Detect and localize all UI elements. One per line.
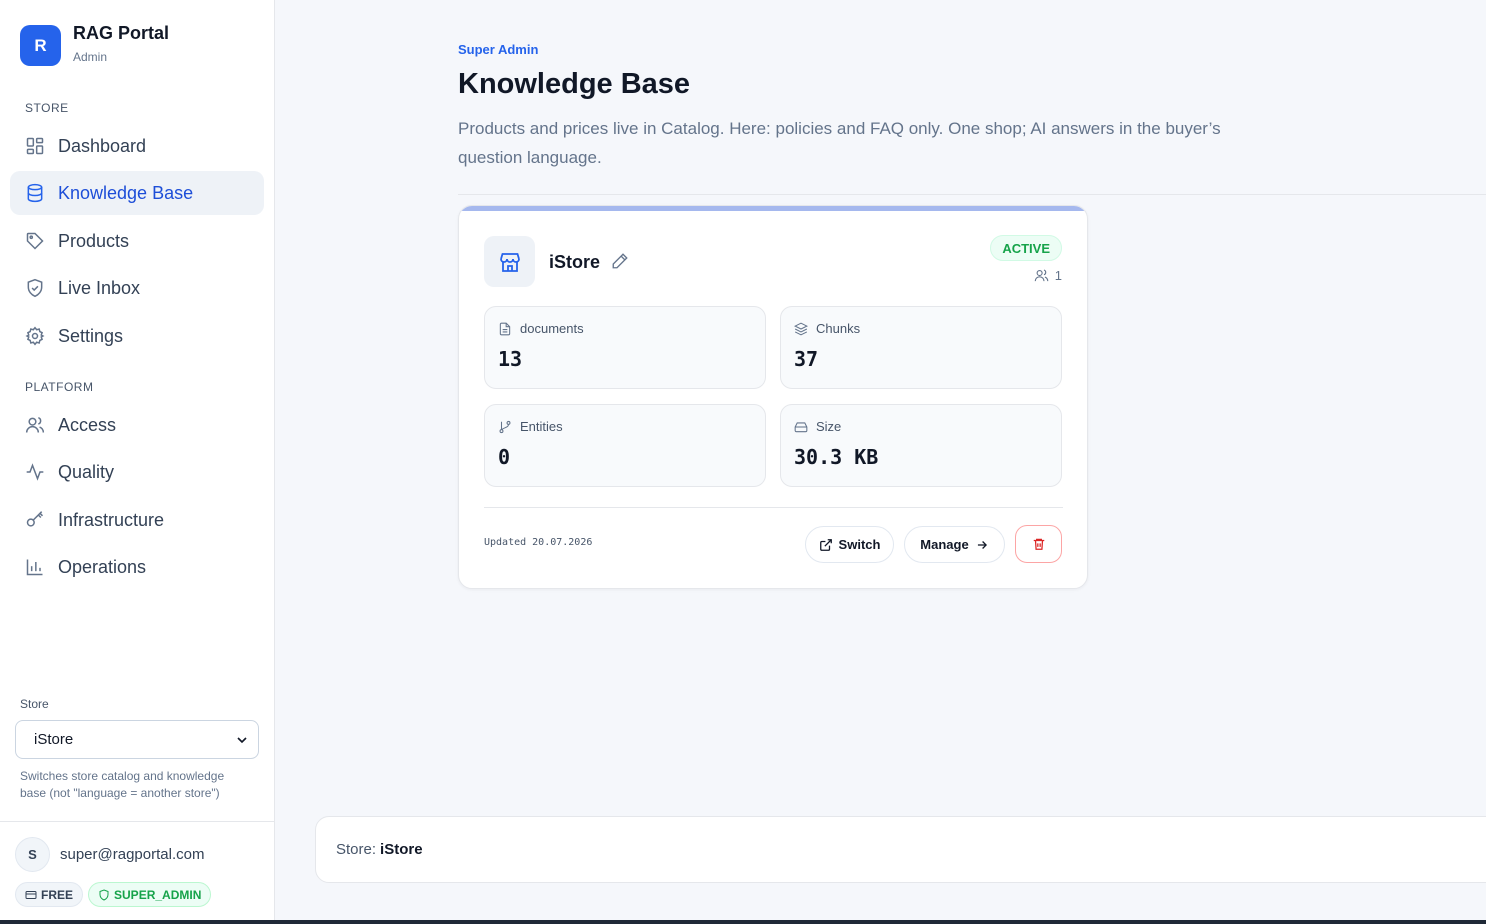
store-card: iStore ACTIVE 1 documents 13 Chunks 37 E… (458, 205, 1088, 589)
brand[interactable]: R RAG Portal Admin (20, 22, 169, 66)
avatar: S (15, 837, 50, 872)
sidebar-item-access[interactable]: Access (10, 403, 264, 447)
sidebar: R RAG Portal Admin STORE Dashboard Knowl… (0, 0, 275, 924)
window-bottom-edge (0, 920, 1486, 924)
card-accent-bar (459, 206, 1087, 211)
members-count: 1 (1034, 268, 1062, 283)
sidebar-item-label: Knowledge Base (58, 182, 194, 203)
store-select[interactable]: iStore (15, 720, 259, 759)
stat-value: 13 (498, 347, 523, 371)
brand-logo: R (20, 25, 61, 66)
switch-button-label: Switch (838, 537, 881, 552)
users-icon (1034, 269, 1049, 282)
stat-size: Size 30.3 KB (780, 404, 1062, 487)
stat-value: 37 (794, 347, 819, 371)
sidebar-item-infrastructure[interactable]: Infrastructure (10, 498, 264, 542)
credit-card-icon (25, 890, 37, 899)
sidebar-item-label: Live Inbox (58, 277, 141, 298)
store-icon-tile (484, 236, 535, 287)
members-count-value: 1 (1054, 268, 1062, 283)
delete-button[interactable] (1015, 525, 1062, 563)
brand-title: RAG Portal (73, 23, 170, 43)
page-description: Products and prices live in Catalog. Her… (458, 119, 1221, 167)
sidebar-item-settings[interactable]: Settings (10, 314, 264, 358)
users-icon (25, 416, 45, 433)
key-icon (26, 511, 44, 527)
layers-icon (794, 322, 808, 335)
store-selector-hint: Switches store catalog and knowledge bas… (20, 769, 225, 800)
git-branch-icon (499, 420, 511, 433)
sidebar-item-operations[interactable]: Operations (10, 545, 264, 589)
status-badge: ACTIVE (990, 235, 1062, 261)
card-divider (484, 507, 1063, 508)
edit-pencil-icon[interactable] (611, 252, 629, 270)
manage-button-label: Manage (920, 537, 969, 552)
arrow-right-icon (977, 540, 987, 549)
header-divider (458, 194, 1486, 195)
role-badge-label: SUPER_ADMIN (114, 887, 202, 902)
stat-documents: documents 13 (484, 306, 766, 389)
switch-button[interactable]: Switch (805, 526, 894, 563)
shield-icon (99, 888, 109, 901)
user-email: super@ragportal.com (60, 846, 205, 863)
nav-section-store: STORE (25, 101, 69, 115)
file-text-icon (499, 322, 511, 335)
plan-badge-label: FREE (41, 887, 74, 902)
sidebar-item-knowledge-base[interactable]: Knowledge Base (10, 171, 264, 215)
gear-icon (25, 326, 45, 346)
shield-check-icon (27, 278, 43, 298)
tag-icon (26, 232, 44, 250)
current-store-bar: Store: iStore (315, 816, 1486, 883)
trash-icon (1033, 538, 1044, 550)
stat-entities: Entities 0 (484, 404, 766, 487)
updated-label: Updated (484, 537, 527, 548)
sidebar-item-dashboard[interactable]: Dashboard (10, 124, 264, 168)
chevron-down-icon (237, 736, 247, 743)
database-icon (27, 183, 43, 203)
stat-chunks: Chunks 37 (780, 306, 1062, 389)
sidebar-item-label: Infrastructure (58, 509, 165, 530)
stat-value: 0 (498, 445, 511, 469)
store-name: iStore (549, 252, 601, 272)
breadcrumb: Super Admin (458, 42, 539, 57)
stat-label: Chunks (816, 321, 861, 336)
external-link-icon (819, 538, 832, 551)
sidebar-item-live-inbox[interactable]: Live Inbox (10, 266, 264, 310)
hard-drive-icon (794, 421, 808, 432)
plan-badge: FREE (15, 882, 84, 907)
store-icon (499, 252, 520, 272)
footer-store-prefix: Store: (336, 841, 377, 858)
stat-label: Size (816, 419, 842, 434)
sidebar-item-label: Access (58, 414, 117, 435)
updated-date: 20.07.2026 (532, 537, 593, 548)
store-selector-label: Store (20, 697, 49, 711)
sidebar-divider (0, 821, 275, 822)
manage-button[interactable]: Manage (904, 526, 1005, 563)
nav-section-platform: PLATFORM (25, 380, 94, 394)
sidebar-item-label: Operations (58, 556, 147, 577)
stat-label: Entities (520, 419, 563, 434)
updated-timestamp: Updated 20.07.2026 (484, 537, 592, 548)
bar-chart-icon (26, 559, 43, 576)
sidebar-item-label: Quality (58, 461, 115, 482)
dashboard-grid-icon (26, 137, 44, 155)
store-select-value: iStore (34, 731, 74, 748)
sidebar-item-products[interactable]: Products (10, 219, 264, 263)
sidebar-item-label: Dashboard (58, 135, 147, 156)
brand-subtitle: Admin (73, 50, 108, 64)
sidebar-item-quality[interactable]: Quality (10, 450, 264, 494)
stat-label: documents (520, 321, 584, 336)
stat-value: 30.3 KB (794, 445, 879, 469)
sidebar-item-label: Settings (58, 325, 124, 346)
sidebar-item-label: Products (58, 230, 130, 251)
footer-store-name: iStore (380, 841, 423, 858)
user-profile[interactable]: S super@ragportal.com (15, 837, 204, 872)
page-title: Knowledge Base (458, 68, 691, 100)
activity-icon (26, 463, 44, 481)
role-badge: SUPER_ADMIN (88, 882, 212, 907)
